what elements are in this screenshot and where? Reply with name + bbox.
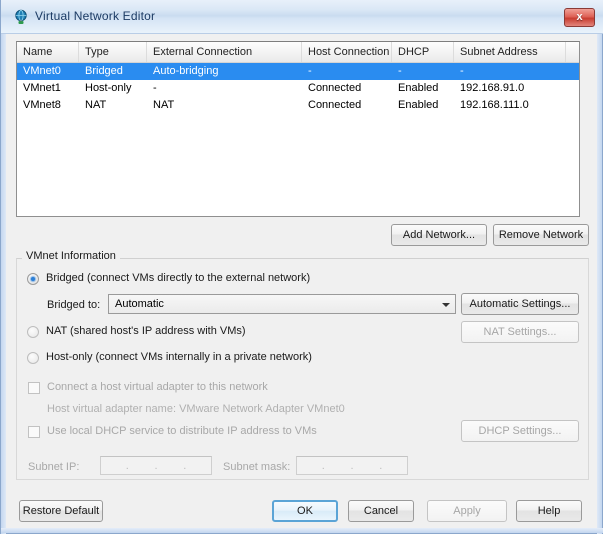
cell-filler — [566, 97, 579, 114]
subnet-ip-dot-3: . — [183, 459, 187, 472]
cell-subnet-address: 192.168.91.0 — [460, 82, 525, 94]
subnet-mask-dot-2: . — [350, 459, 354, 472]
window-title: Virtual Network Editor — [35, 9, 156, 23]
cell-subnet-address: 192.168.111.0 — [460, 99, 529, 111]
checkbox-local-dhcp-box — [28, 426, 40, 438]
cell-type: Host-only — [85, 82, 132, 94]
vmnet-information-legend: VMnet Information — [22, 250, 120, 262]
vmnet-information-group — [16, 258, 589, 480]
subnet-ip-dot-2: . — [154, 459, 158, 472]
remove-network-button[interactable]: Remove Network — [493, 224, 589, 246]
help-button[interactable]: Help — [516, 500, 582, 522]
column-header-host-connection[interactable]: Host Connection — [302, 42, 392, 62]
cell-dhcp: - — [398, 65, 402, 77]
host-adapter-name-text: Host virtual adapter name: VMware Networ… — [47, 403, 345, 415]
cell-external-connection: Auto-bridging — [153, 65, 219, 77]
cell-name: VMnet1 — [23, 82, 61, 94]
cell-subnet-address: - — [460, 65, 464, 77]
virtual-network-editor-window: Virtual Network Editor x Name Type Exter… — [0, 0, 603, 534]
window-frame-left — [1, 0, 6, 534]
column-header-filler — [566, 42, 579, 62]
ok-button[interactable]: OK — [272, 500, 338, 522]
cell-filler — [566, 63, 579, 80]
column-header-subnet-address[interactable]: Subnet Address — [454, 42, 566, 62]
network-globe-icon — [15, 9, 27, 24]
window-frame-right — [597, 0, 602, 534]
cell-type: Bridged — [85, 65, 123, 77]
cell-external-connection: - — [153, 82, 157, 94]
radio-bridged-indicator — [27, 273, 39, 285]
subnet-ip-label: Subnet IP: — [28, 461, 80, 473]
bridged-to-dropdown[interactable]: Automatic — [108, 294, 456, 314]
subnet-mask-dot-1: . — [321, 459, 325, 472]
table-row[interactable]: VMnet1 Host-only - Connected Enabled 192… — [17, 80, 579, 97]
subnet-ip-dot-1: . — [125, 459, 129, 472]
cell-dhcp: Enabled — [398, 82, 439, 94]
checkbox-local-dhcp-label: Use local DHCP service to distribute IP … — [47, 425, 317, 437]
network-list[interactable]: Name Type External Connection Host Conne… — [16, 41, 580, 217]
cell-host-connection: Connected — [308, 82, 362, 94]
chevron-down-icon — [442, 303, 450, 307]
radio-host-only-label: Host-only (connect VMs internally in a p… — [46, 351, 312, 363]
add-network-button[interactable]: Add Network... — [391, 224, 487, 246]
dhcp-settings-button: DHCP Settings... — [461, 420, 579, 442]
column-header-type[interactable]: Type — [79, 42, 147, 62]
column-header-dhcp[interactable]: DHCP — [392, 42, 454, 62]
column-header-name[interactable]: Name — [17, 42, 79, 62]
bridged-to-label: Bridged to: — [47, 299, 101, 311]
automatic-settings-button[interactable]: Automatic Settings... — [461, 293, 579, 315]
cell-dhcp: Enabled — [398, 99, 439, 111]
cell-host-connection: - — [308, 65, 312, 77]
table-row[interactable]: VMnet8 NAT NAT Connected Enabled 192.168… — [17, 97, 579, 114]
column-header-external-connection[interactable]: External Connection — [147, 42, 302, 62]
cell-name: VMnet0 — [23, 65, 61, 77]
title-bar[interactable]: Virtual Network Editor x — [1, 0, 603, 34]
radio-bridged-label: Bridged (connect VMs directly to the ext… — [46, 272, 311, 284]
cell-host-connection: Connected — [308, 99, 362, 111]
nat-settings-button: NAT Settings... — [461, 321, 579, 343]
cancel-button[interactable]: Cancel — [348, 500, 414, 522]
cell-external-connection: NAT — [153, 99, 175, 111]
cell-type: NAT — [85, 99, 107, 111]
checkbox-connect-host-adapter-label: Connect a host virtual adapter to this n… — [47, 381, 268, 393]
window-frame-bottom — [1, 528, 603, 533]
cell-filler — [566, 80, 579, 97]
subnet-mask-input: . . . — [296, 456, 408, 475]
restore-default-button[interactable]: Restore Default — [19, 500, 103, 522]
network-list-header: Name Type External Connection Host Conne… — [17, 42, 579, 63]
radio-nat-label: NAT (shared host's IP address with VMs) — [46, 325, 246, 337]
close-icon[interactable]: x — [564, 8, 595, 27]
checkbox-connect-host-adapter-box — [28, 382, 40, 394]
table-row[interactable]: VMnet0 Bridged Auto-bridging - - - — [17, 63, 579, 80]
subnet-mask-label: Subnet mask: — [223, 461, 291, 473]
cell-name: VMnet8 — [23, 99, 61, 111]
subnet-mask-dot-3: . — [379, 459, 383, 472]
bridged-to-value: Automatic — [115, 298, 164, 310]
subnet-ip-input: . . . — [100, 456, 212, 475]
radio-host-only-indicator — [27, 352, 39, 364]
radio-nat-indicator — [27, 326, 39, 338]
apply-button: Apply — [427, 500, 507, 522]
